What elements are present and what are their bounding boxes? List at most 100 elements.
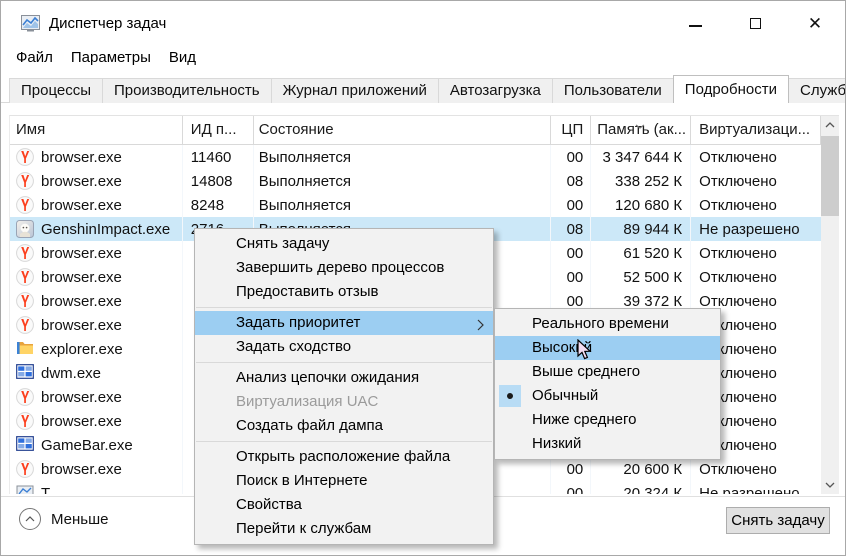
column-header-name[interactable]: Имя bbox=[10, 116, 183, 144]
priority-option-5[interactable]: Низкий bbox=[495, 432, 720, 456]
process-row-1[interactable]: browser.exe14808Выполняется08338 252 КОт… bbox=[10, 169, 821, 193]
context-menu-item-13[interactable]: Свойства bbox=[195, 493, 493, 517]
cell-cpu: 00 bbox=[551, 145, 591, 169]
maximize-button[interactable] bbox=[725, 1, 785, 45]
cell-name: browser.exe bbox=[10, 409, 183, 433]
tab-item-6[interactable]: Службы bbox=[788, 78, 846, 103]
scroll-down-button[interactable] bbox=[821, 476, 839, 494]
cell-name: GameBar.exe bbox=[10, 433, 183, 457]
process-cpu: 00 bbox=[567, 461, 584, 478]
end-task-button[interactable]: Снять задачу bbox=[726, 507, 830, 534]
priority-option-0[interactable]: Реального времени bbox=[495, 312, 720, 336]
process-memory: 338 252 К bbox=[615, 173, 682, 190]
priority-option-4[interactable]: Ниже среднего bbox=[495, 408, 720, 432]
menu-item-label: Анализ цепочки ожидания bbox=[236, 369, 419, 386]
cell-mem: 89 944 К bbox=[591, 217, 691, 241]
process-name: GameBar.exe bbox=[41, 437, 133, 454]
tab-item-0[interactable]: Процессы bbox=[9, 78, 103, 103]
cell-virt: Не разрешено bbox=[691, 481, 821, 494]
process-cpu: 00 bbox=[567, 293, 584, 310]
cell-name: GenshinImpact.exe bbox=[10, 217, 183, 241]
cell-virt: Отключено bbox=[691, 241, 821, 265]
radio-selected-icon bbox=[499, 385, 521, 407]
table-header-row: ИмяИД п...СостояниеЦППамять (ак...Виртуа… bbox=[10, 116, 821, 145]
minimize-button[interactable] bbox=[665, 1, 725, 45]
process-name: browser.exe bbox=[41, 173, 122, 190]
menubar-item-параметры[interactable]: Параметры bbox=[62, 45, 160, 73]
menu-item-label: Предоставить отзыв bbox=[236, 283, 379, 300]
priority-option-label: Выше среднего bbox=[532, 363, 640, 380]
process-pid: 14808 bbox=[191, 173, 233, 190]
process-cpu: 00 bbox=[567, 269, 584, 286]
scroll-up-button[interactable] bbox=[821, 116, 839, 134]
sort-descending-icon bbox=[635, 116, 645, 133]
cell-name: explorer.exe bbox=[10, 337, 183, 361]
context-menu-item-7[interactable]: Анализ цепочки ожидания bbox=[195, 366, 493, 390]
close-button[interactable]: ✕ bbox=[785, 1, 845, 45]
yandex-icon bbox=[16, 316, 34, 334]
column-header-virt[interactable]: Виртуализаци... bbox=[691, 116, 821, 144]
tab-item-4[interactable]: Пользователи bbox=[552, 78, 674, 103]
process-memory: 52 500 К bbox=[623, 269, 682, 286]
menu-bar: ФайлПараметрыВид bbox=[1, 45, 205, 73]
process-name: browser.exe bbox=[41, 197, 122, 214]
yandex-icon bbox=[16, 388, 34, 406]
column-header-cpu[interactable]: ЦП bbox=[551, 116, 591, 144]
tab-item-2[interactable]: Журнал приложений bbox=[271, 78, 439, 103]
cell-virt: Отключено bbox=[691, 265, 821, 289]
cell-name: browser.exe bbox=[10, 289, 183, 313]
process-virtualization: Отключено bbox=[699, 269, 777, 286]
process-name: T bbox=[41, 485, 50, 494]
scrollbar-thumb[interactable] bbox=[821, 136, 839, 216]
context-menu-item-0[interactable]: Снять задачу bbox=[195, 232, 493, 256]
process-virtualization: Отключено bbox=[699, 173, 777, 190]
process-name: browser.exe bbox=[41, 317, 122, 334]
process-status: Выполняется bbox=[259, 173, 351, 190]
tab-item-1[interactable]: Производительность bbox=[102, 78, 272, 103]
menubar-item-вид[interactable]: Вид bbox=[160, 45, 205, 73]
context-menu-item-8[interactable]: Виртуализация UAC bbox=[195, 390, 493, 414]
context-menu-item-14[interactable]: Перейти к службам bbox=[195, 517, 493, 541]
context-menu-item-11[interactable]: Открыть расположение файла bbox=[195, 445, 493, 469]
process-name: GenshinImpact.exe bbox=[41, 221, 170, 238]
window-icon bbox=[16, 436, 34, 454]
context-menu-item-9[interactable]: Создать файл дампа bbox=[195, 414, 493, 438]
menu-item-label: Поиск в Интернете bbox=[236, 472, 368, 489]
column-header-mem[interactable]: Память (ак... bbox=[591, 116, 691, 144]
yandex-icon bbox=[16, 268, 34, 286]
process-name: browser.exe bbox=[41, 245, 122, 262]
process-pid: 8248 bbox=[191, 197, 224, 214]
column-header-status[interactable]: Состояние bbox=[254, 116, 552, 144]
process-memory: 20 324 К bbox=[623, 485, 682, 494]
context-menu-item-1[interactable]: Завершить дерево процессов bbox=[195, 256, 493, 280]
cell-pid: 11460 bbox=[183, 145, 254, 169]
process-row-2[interactable]: browser.exe8248Выполняется00120 680 КОтк… bbox=[10, 193, 821, 217]
priority-option-3[interactable]: Обычный bbox=[495, 384, 720, 408]
menu-item-label: Создать файл дампа bbox=[236, 417, 383, 434]
tab-item-5[interactable]: Подробности bbox=[673, 75, 789, 103]
menubar-item-файл[interactable]: Файл bbox=[7, 45, 62, 73]
process-memory: 120 680 К bbox=[615, 197, 682, 214]
chevron-up-circle-icon bbox=[19, 508, 41, 530]
cell-name: browser.exe bbox=[10, 385, 183, 409]
priority-option-1[interactable]: Высокий bbox=[495, 336, 720, 360]
maximize-icon bbox=[750, 18, 761, 29]
context-menu-item-12[interactable]: Поиск в Интернете bbox=[195, 469, 493, 493]
cell-status: Выполняется bbox=[254, 145, 552, 169]
priority-option-2[interactable]: Выше среднего bbox=[495, 360, 720, 384]
task-manager-window: Диспетчер задач ✕ ФайлПараметрыВид Проце… bbox=[0, 0, 846, 556]
tab-item-3[interactable]: Автозагрузка bbox=[438, 78, 553, 103]
fewer-details-label: Меньше bbox=[51, 511, 108, 528]
vertical-scrollbar[interactable] bbox=[821, 115, 839, 494]
context-menu-item-5[interactable]: Задать сходство bbox=[195, 335, 493, 359]
process-cpu: 00 bbox=[567, 245, 584, 262]
cell-status: Выполняется bbox=[254, 169, 552, 193]
task-icon bbox=[16, 485, 34, 494]
cell-name: T bbox=[10, 481, 183, 494]
process-row-0[interactable]: browser.exe11460Выполняется003 347 644 К… bbox=[10, 145, 821, 169]
cell-name: browser.exe bbox=[10, 193, 183, 217]
fewer-details-toggle[interactable]: Меньше bbox=[19, 508, 108, 530]
column-header-pid[interactable]: ИД п... bbox=[183, 116, 254, 144]
context-menu-item-4[interactable]: Задать приоритет bbox=[195, 311, 493, 335]
context-menu-item-2[interactable]: Предоставить отзыв bbox=[195, 280, 493, 304]
